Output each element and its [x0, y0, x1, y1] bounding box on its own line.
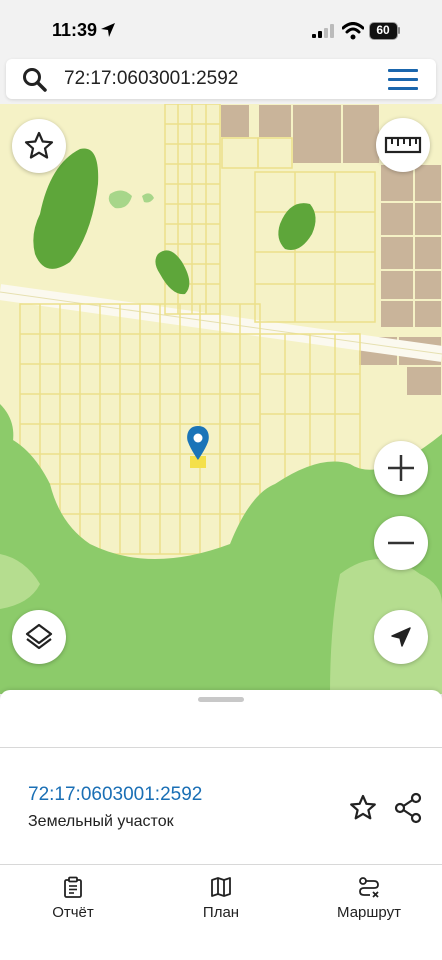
map-view[interactable]	[0, 104, 442, 694]
ruler-button[interactable]	[376, 118, 430, 172]
report-icon	[64, 876, 82, 898]
tab-plan[interactable]: План	[161, 866, 281, 936]
map-plan-icon	[211, 877, 231, 897]
cellular-signal-icon	[312, 24, 334, 38]
map-canvas[interactable]	[0, 104, 442, 694]
search-bar	[6, 59, 436, 99]
status-time: 11:39	[52, 20, 98, 40]
zoom-out-button[interactable]	[374, 516, 428, 570]
route-icon	[359, 877, 379, 898]
hamburger-menu-icon[interactable]	[388, 67, 420, 91]
navigation-arrow-icon	[391, 627, 411, 647]
plus-icon	[388, 455, 414, 481]
search-input[interactable]	[64, 65, 364, 93]
divider	[0, 864, 442, 865]
search-icon[interactable]	[22, 67, 48, 93]
share-icon[interactable]	[393, 792, 423, 824]
favorite-map-button[interactable]	[12, 119, 66, 173]
location-arrow-icon	[101, 23, 115, 37]
bottom-sheet: 72:17:0603001:2592 Земельный участок Отч…	[0, 690, 442, 960]
zoom-in-button[interactable]	[374, 441, 428, 495]
tab-label: Отчёт	[52, 904, 94, 921]
tab-label: Маршрут	[337, 904, 401, 921]
divider	[0, 747, 442, 748]
layers-button[interactable]	[12, 610, 66, 664]
parcel-cadastral-number[interactable]: 72:17:0603001:2592	[28, 784, 202, 806]
bottom-tab-bar: Отчёт План Маршрут	[0, 866, 442, 960]
star-icon[interactable]	[348, 793, 378, 823]
minus-icon	[388, 541, 414, 545]
tab-report[interactable]: Отчёт	[13, 866, 133, 936]
tab-label: План	[202, 904, 240, 921]
sheet-drag-handle[interactable]	[198, 697, 244, 702]
battery-level: 60	[376, 23, 390, 37]
wifi-icon	[342, 22, 364, 40]
tab-route[interactable]: Маршрут	[309, 866, 429, 936]
my-location-button[interactable]	[374, 610, 428, 664]
status-bar: 11:39 60	[0, 0, 442, 56]
parcel-type: Земельный участок	[28, 813, 174, 830]
battery-indicator: 60	[369, 22, 401, 40]
layers-icon	[25, 623, 53, 650]
ruler-icon	[384, 136, 422, 154]
star-icon	[24, 131, 54, 159]
